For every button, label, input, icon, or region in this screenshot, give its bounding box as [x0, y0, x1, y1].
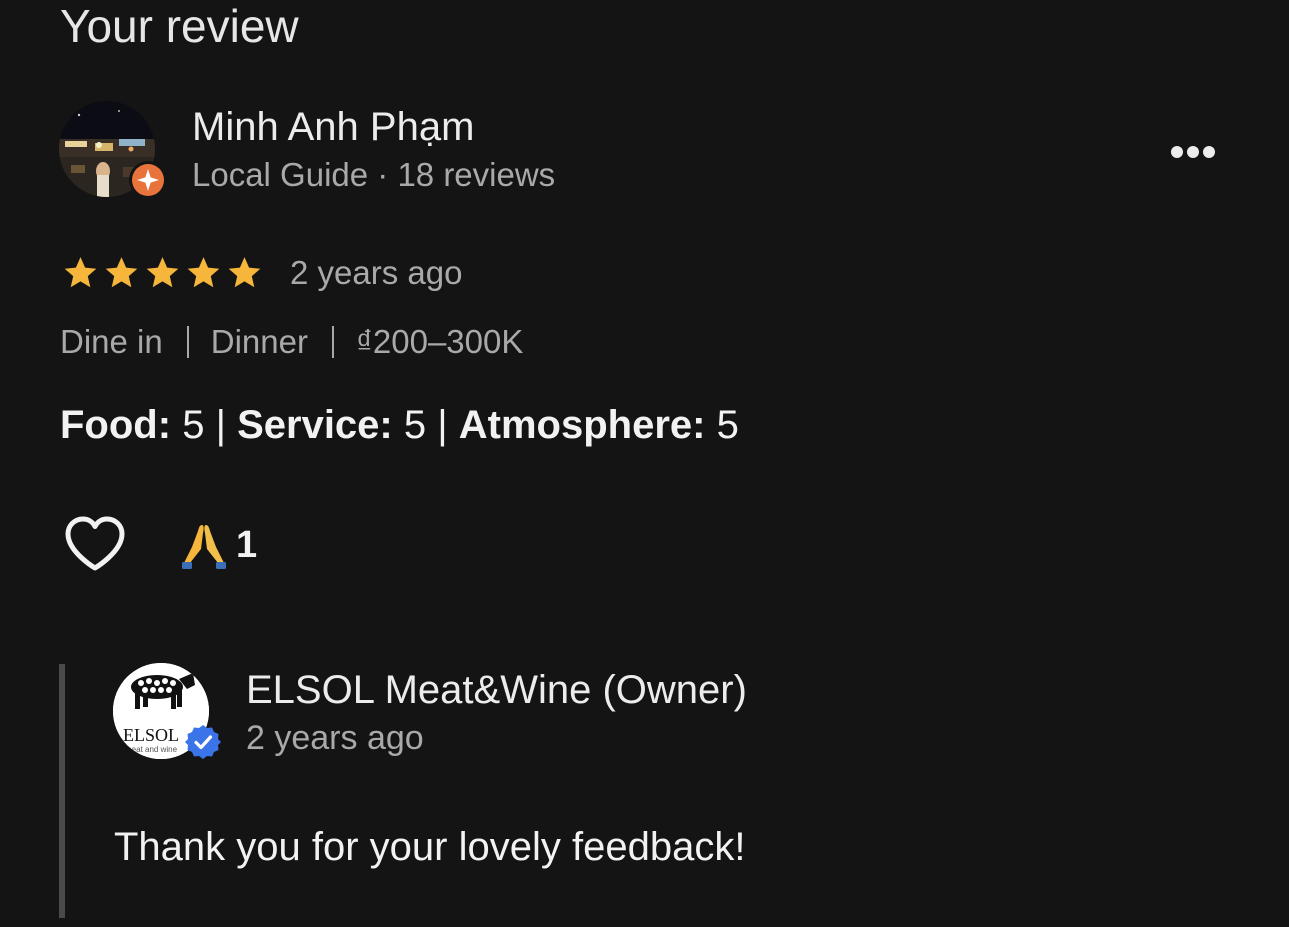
owner-logo-subtext: meat and wine	[125, 745, 178, 754]
rating-divider: |	[437, 403, 448, 447]
tag-divider	[331, 326, 334, 358]
star-icon	[187, 257, 220, 288]
star-icon	[228, 257, 261, 288]
review-tags: Dine in Dinner ₫200–300K	[60, 320, 523, 364]
owner-reply-time: 2 years ago	[246, 719, 424, 757]
rating-food-label: Food:	[60, 403, 172, 447]
reaction-pill[interactable]: 1	[178, 519, 257, 571]
owner-name[interactable]: ELSOL Meat&Wine (Owner)	[246, 665, 747, 715]
owner-reply-text: Thank you for your lovely feedback!	[114, 825, 746, 869]
owner-logo-text: ELSOL	[123, 725, 179, 745]
verified-badge	[184, 723, 222, 761]
reaction-count: 1	[236, 523, 258, 566]
rating-atmosphere-label: Atmosphere:	[458, 403, 706, 447]
more-options-button[interactable]	[1162, 132, 1224, 172]
star-icon	[64, 257, 97, 288]
review-time: 2 years ago	[290, 254, 463, 291]
review-page: Your review Minh Anh Phạm Local Guide · …	[0, 0, 1289, 927]
local-guide-star-icon	[129, 161, 167, 199]
tag-price: ₫200–300K	[355, 323, 524, 360]
tag-meal: Dinner	[210, 323, 308, 360]
rating-row: 2 years ago	[60, 250, 462, 296]
rating-food-value: 5	[182, 403, 205, 447]
rating-divider: |	[215, 403, 226, 447]
category-ratings: Food: 5 | Service: 5 | Atmosphere: 5	[60, 400, 739, 450]
star-icon	[105, 257, 138, 288]
section-title: Your review	[60, 0, 299, 52]
folded-hands-icon	[182, 525, 226, 569]
tag-divider	[186, 326, 189, 358]
like-button[interactable]	[62, 514, 128, 574]
more-dots-icon	[1171, 146, 1215, 158]
heart-outline-icon	[65, 516, 125, 571]
rating-atmosphere-value: 5	[716, 403, 739, 447]
star-icon	[146, 257, 179, 288]
reviewer-name[interactable]: Minh Anh Phạm	[192, 102, 474, 152]
tag-dine-in: Dine in	[60, 323, 163, 360]
local-guide-badge	[128, 160, 168, 200]
rating-service-label: Service:	[237, 403, 393, 447]
reply-indent-bar	[59, 664, 65, 918]
rating-service-value: 5	[403, 403, 427, 447]
verified-check-icon	[185, 725, 221, 759]
reviewer-meta: Local Guide · 18 reviews	[192, 156, 556, 193]
star-rating	[60, 254, 265, 292]
